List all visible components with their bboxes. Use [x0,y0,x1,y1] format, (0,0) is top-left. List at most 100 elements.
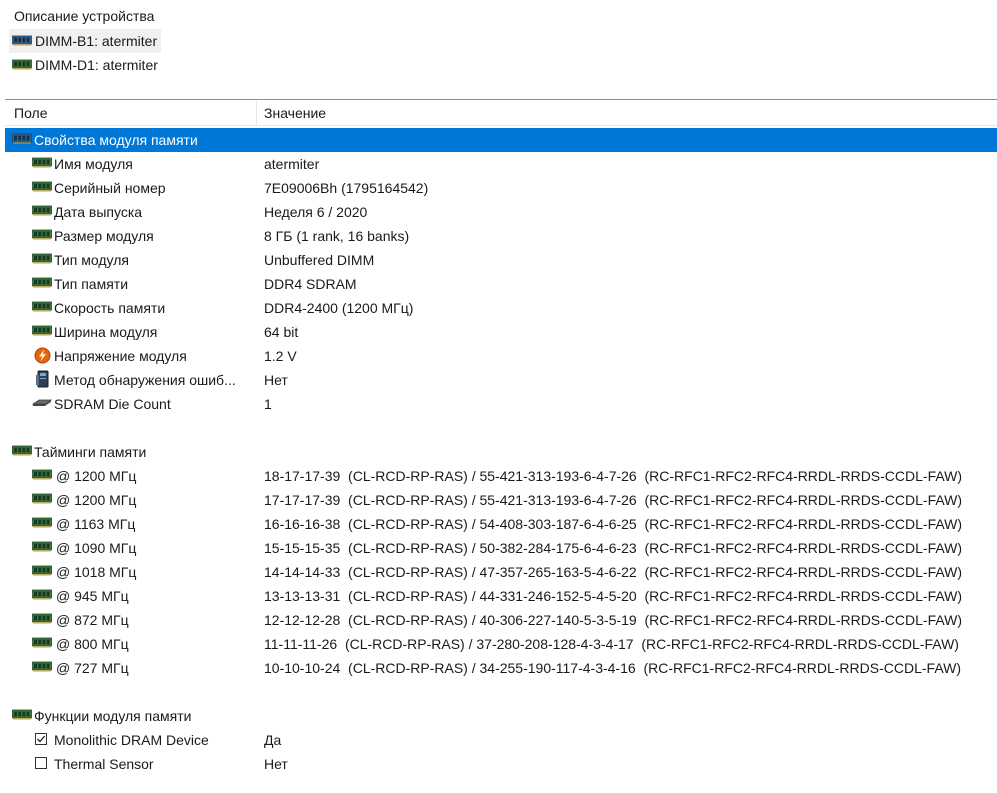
device-item-dimm-b1[interactable]: DIMM-B1: atermiter [9,29,162,53]
section-title: Тайминги памяти [34,444,147,460]
timing-value: 18-17-17-39 (CL-RCD-RP-RAS) / 55-421-313… [264,468,963,484]
memory-module-icon [32,229,52,241]
property-value: 8 ГБ (1 rank, 16 banks) [264,228,410,244]
property-field: Тип модуля [54,252,129,268]
device-icon [36,370,49,388]
property-field: Дата выпуска [54,204,143,220]
memory-module-icon [32,541,52,553]
checkmark-icon [37,735,46,743]
memory-module-icon [32,565,52,577]
column-divider[interactable] [256,101,257,125]
property-row[interactable]: Имя модуля atermiter [5,152,997,176]
memory-module-icon [32,469,52,481]
timing-value: 16-16-16-38 (CL-RCD-RP-RAS) / 54-408-303… [264,516,963,532]
timing-value: 12-12-12-28 (CL-RCD-RP-RAS) / 40-306-227… [264,612,963,628]
property-row[interactable]: SDRAM Die Count 1 [5,392,997,416]
memory-module-icon [32,205,52,217]
property-grid: Поле Значение Свойства модуля памяти Имя… [5,100,997,793]
timing-frequency: @ 945 МГц [56,588,129,604]
feature-row[interactable]: Monolithic DRAM Device Да [5,728,997,752]
memory-module-icon [32,589,52,601]
memory-module-icon [32,493,52,505]
property-value: DDR4 SDRAM [264,276,357,292]
property-value: Unbuffered DIMM [264,252,375,268]
feature-value: Да [264,732,282,748]
property-row[interactable]: Ширина модуля 64 bit [5,320,997,344]
chip-icon [32,399,52,406]
section-header-module-features[interactable]: Функции модуля памяти [5,704,997,728]
column-header-value[interactable]: Значение [264,105,326,121]
memory-module-icon [32,661,52,673]
property-row[interactable]: Метод обнаружения ошиб... Нет [5,368,997,392]
feature-row[interactable]: Thermal Sensor Нет [5,752,997,776]
timing-row[interactable]: @ 1018 МГц 14-14-14-33 (CL-RCD-RP-RAS) /… [5,560,997,584]
memory-module-icon [32,325,52,337]
timing-frequency: @ 800 МГц [56,636,129,652]
timing-row[interactable]: @ 1163 МГц 16-16-16-38 (CL-RCD-RP-RAS) /… [5,512,997,536]
property-field: Серийный номер [54,180,166,196]
property-row[interactable]: Тип модуля Unbuffered DIMM [5,248,997,272]
property-value: Нет [264,372,288,388]
property-field: Напряжение модуля [54,348,187,364]
timing-row[interactable]: @ 727 МГц 10-10-10-24 (CL-RCD-RP-RAS) / … [5,656,997,680]
timing-row[interactable]: @ 1090 МГц 15-15-15-35 (CL-RCD-RP-RAS) /… [5,536,997,560]
property-value: atermiter [264,156,320,172]
timing-frequency: @ 1200 МГц [56,492,137,508]
property-row[interactable]: Тип памяти DDR4 SDRAM [5,272,997,296]
feature-checkbox[interactable] [35,733,47,745]
timing-value: 14-14-14-33 (CL-RCD-RP-RAS) / 47-357-265… [264,564,963,580]
feature-name: Thermal Sensor [54,756,154,772]
timing-frequency: @ 727 МГц [56,660,129,676]
timing-value: 17-17-17-39 (CL-RCD-RP-RAS) / 55-421-313… [264,492,963,508]
property-field: Имя модуля [54,156,133,172]
timing-row[interactable]: @ 800 МГц 11-11-11-26 (CL-RCD-RP-RAS) / … [5,632,997,656]
timing-row[interactable]: @ 1200 МГц 18-17-17-39 (CL-RCD-RP-RAS) /… [5,464,997,488]
section-header-module-properties[interactable]: Свойства модуля памяти [5,128,997,152]
property-field: Тип памяти [54,276,129,292]
property-row[interactable]: Дата выпуска Неделя 6 / 2020 [5,200,997,224]
device-pane-title: Описание устройства [14,8,155,24]
timing-value: 15-15-15-35 (CL-RCD-RP-RAS) / 50-382-284… [264,540,963,556]
property-field: Размер модуля [54,228,154,244]
voltage-icon [34,347,51,364]
feature-checkbox[interactable] [35,757,47,769]
memory-module-icon [32,613,52,625]
section-header-memory-timings[interactable]: Тайминги памяти [5,440,997,464]
memory-module-icon [12,445,32,457]
device-item-label: DIMM-B1: atermiter [35,33,158,49]
property-field: Ширина модуля [54,324,158,340]
timing-frequency: @ 1200 МГц [56,468,137,484]
property-value: Неделя 6 / 2020 [264,204,368,220]
property-row[interactable]: Скорость памяти DDR4-2400 (1200 МГц) [5,296,997,320]
memory-module-icon [32,157,52,169]
property-row[interactable]: Напряжение модуля 1.2 V [5,344,997,368]
timing-frequency: @ 1090 МГц [56,540,137,556]
property-field: Скорость памяти [54,300,166,316]
property-value: DDR4-2400 (1200 МГц) [264,300,414,316]
memory-module-icon [12,59,32,71]
timing-row[interactable]: @ 872 МГц 12-12-12-28 (CL-RCD-RP-RAS) / … [5,608,997,632]
memory-module-icon [32,277,52,289]
memory-module-icon [12,709,32,721]
device-description-pane: Описание устройства DIMM-B1: atermiter D… [0,0,997,99]
memory-module-icon [32,637,52,649]
device-item-dimm-d1[interactable]: DIMM-D1: atermiter [9,53,162,77]
property-row[interactable]: Серийный номер 7E09006Bh (1795164542) [5,176,997,200]
timing-frequency: @ 872 МГц [56,612,129,628]
section-title: Функции модуля памяти [34,708,192,724]
property-row[interactable]: Размер модуля 8 ГБ (1 rank, 16 banks) [5,224,997,248]
property-value: 7E09006Bh (1795164542) [264,180,429,196]
column-header-bar: Поле Значение [5,101,997,126]
device-item-label: DIMM-D1: atermiter [35,57,158,73]
memory-module-icon [12,35,32,47]
column-header-field[interactable]: Поле [14,105,48,121]
property-field: SDRAM Die Count [54,396,171,412]
timing-row[interactable]: @ 945 МГц 13-13-13-31 (CL-RCD-RP-RAS) / … [5,584,997,608]
memory-module-icon [32,301,52,313]
property-value: 1.2 V [264,348,297,364]
timing-row[interactable]: @ 1200 МГц 17-17-17-39 (CL-RCD-RP-RAS) /… [5,488,997,512]
property-value: 64 bit [264,324,299,340]
timing-frequency: @ 1018 МГц [56,564,137,580]
timing-value: 11-11-11-26 (CL-RCD-RP-RAS) / 37-280-208… [264,636,959,652]
timing-value: 10-10-10-24 (CL-RCD-RP-RAS) / 34-255-190… [264,660,962,676]
